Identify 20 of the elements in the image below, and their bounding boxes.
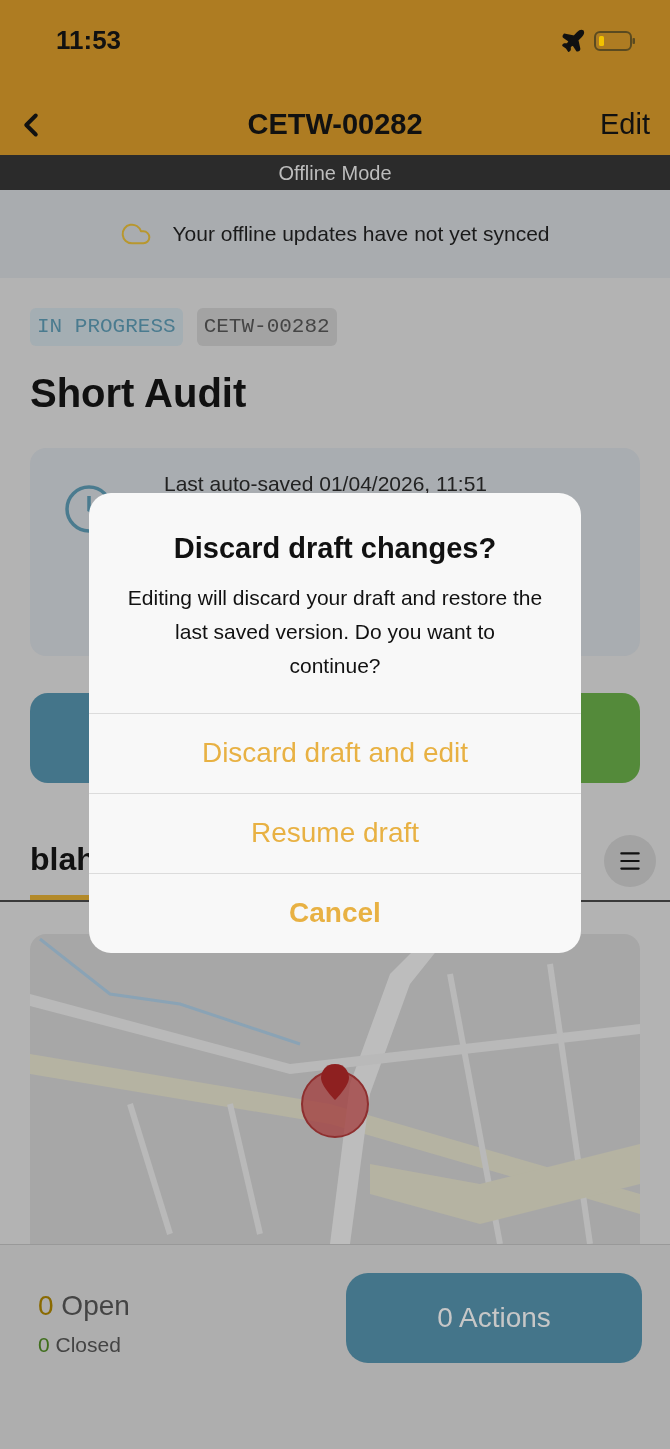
nav-title: CETW-00282 (247, 107, 423, 143)
dialog-button[interactable]: Resume draft (89, 792, 581, 873)
page-title: Short Audit (30, 369, 248, 417)
edit-button[interactable]: Edit (600, 103, 650, 147)
airplane-icon (560, 27, 586, 54)
tag: CETW-00282 (196, 308, 337, 346)
dialog-button[interactable]: Discard draft and edit (89, 712, 581, 793)
offline-mode-label: Offline Mode (278, 160, 392, 186)
dialog-title: Discard draft changes? (173, 531, 497, 566)
sync-message: Your offline updates have not yet synced (172, 221, 550, 248)
clock-time: 11:53 (56, 24, 122, 57)
tag: IN PROGRESS (30, 308, 183, 346)
menu-button[interactable] (604, 835, 656, 887)
closed-count: 0 Closed (38, 1331, 122, 1358)
actions-button[interactable]: 0 Actions (346, 1272, 642, 1363)
open-count: 0 Open (38, 1288, 130, 1323)
autosave-text: Last auto-saved 01/04/2026, 11:51 (164, 470, 488, 497)
dialog-button[interactable]: Cancel (89, 872, 581, 953)
dialog-message: Editing will discard your draft and restore the last saved version. Do you want to continue? (127, 584, 543, 679)
battery-icon (594, 29, 636, 52)
